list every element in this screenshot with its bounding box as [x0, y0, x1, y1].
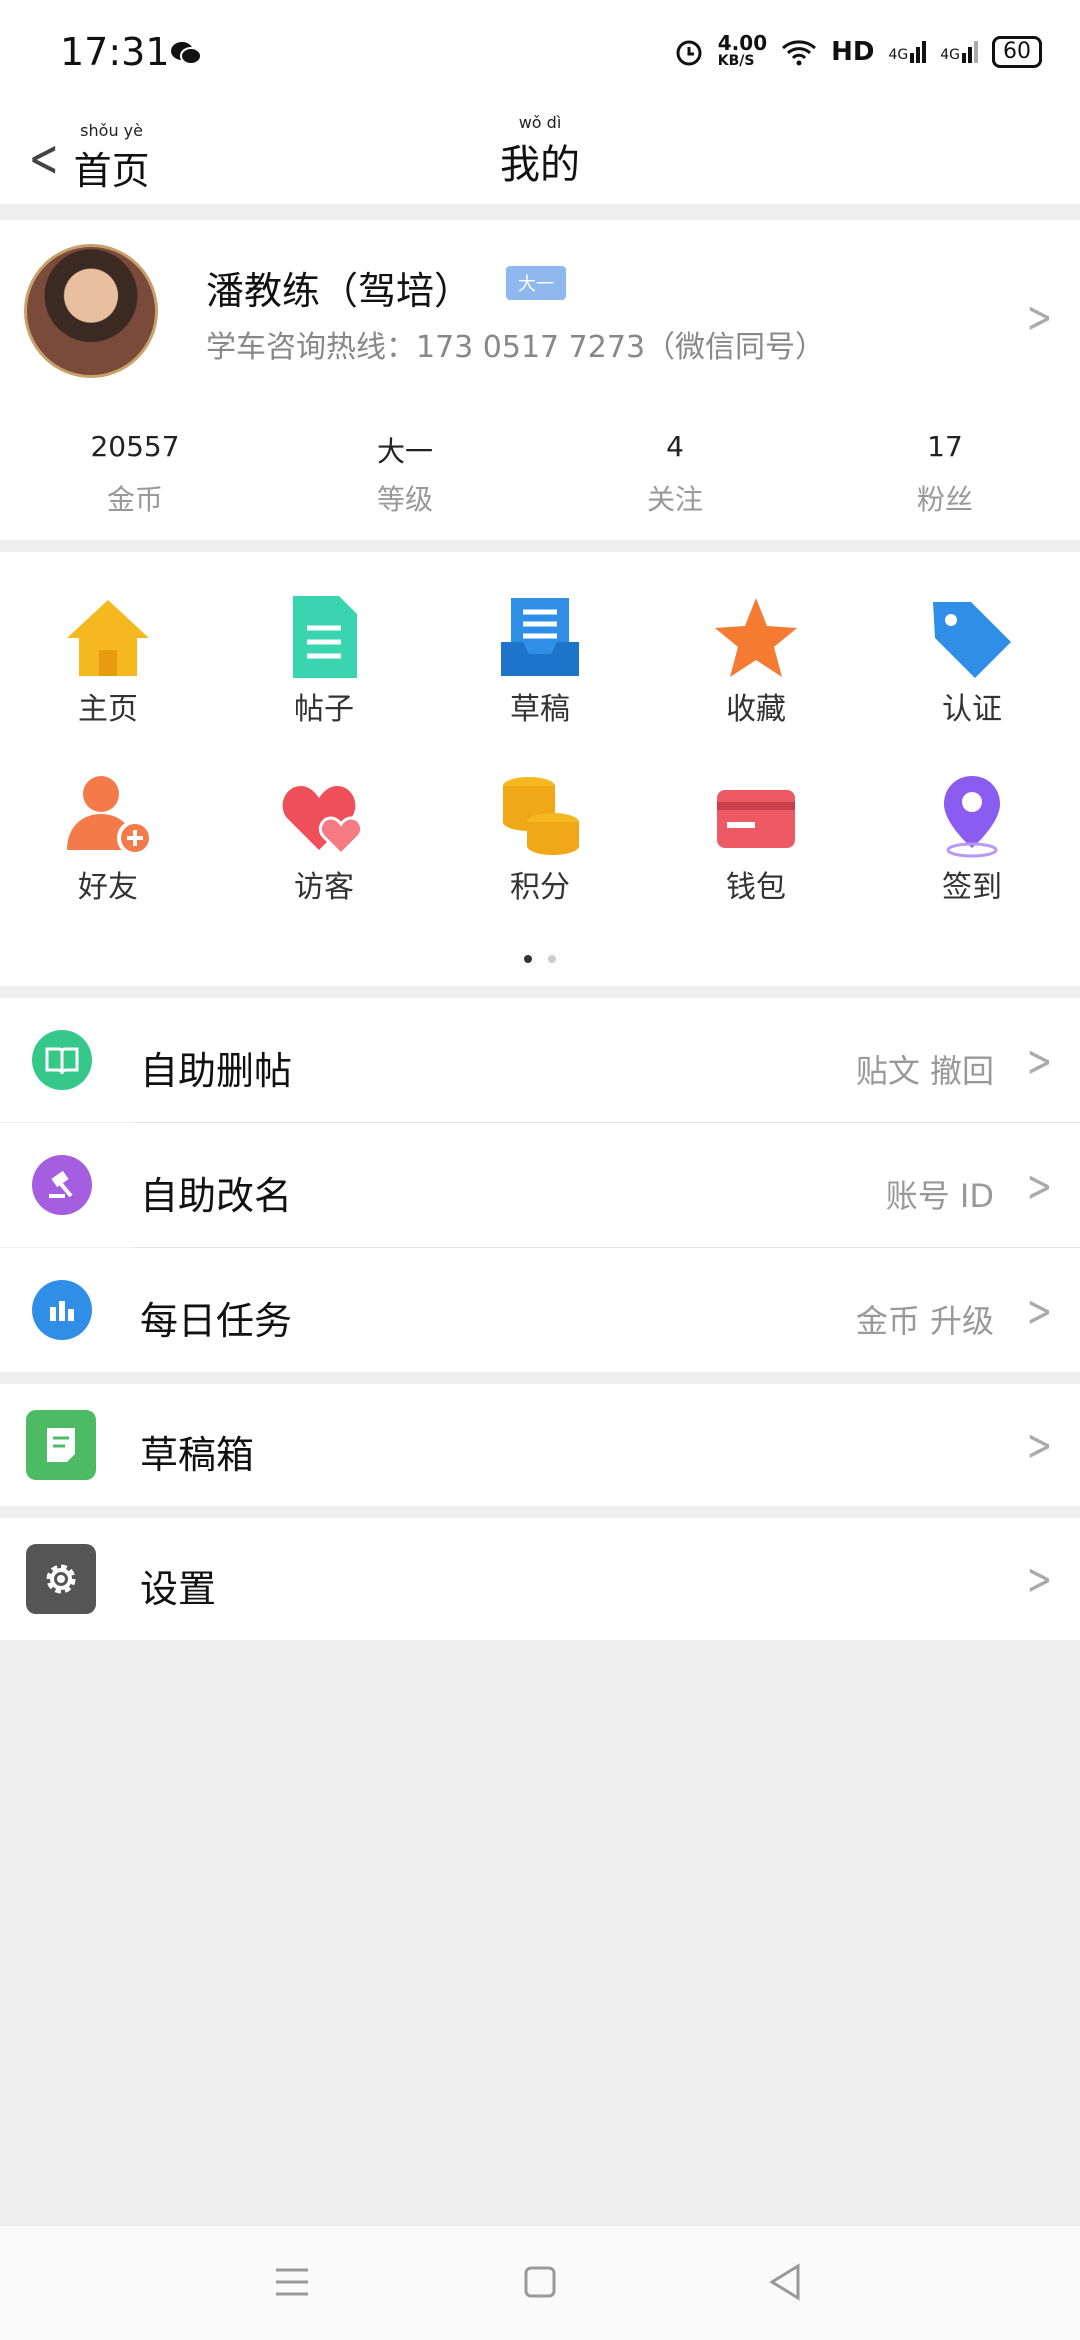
- grid-row-2: 好友 访客 积分 钱包 签到: [0, 772, 1080, 906]
- menu-label: 自助改名: [140, 1174, 293, 1218]
- grid-item-points[interactable]: 积分: [432, 772, 648, 906]
- network-speed: 4.00 KB/S: [717, 31, 768, 69]
- status-time: 17:31: [60, 30, 170, 74]
- draft-box-icon: [26, 1410, 96, 1480]
- signal-1: 4G: [888, 41, 927, 63]
- stat-level[interactable]: 大一 等级: [270, 430, 540, 518]
- page-dot-2[interactable]: [548, 955, 556, 963]
- status-icons: 4.00 KB/S HD 4G 4G 60: [674, 31, 1042, 70]
- grid-item-favorites[interactable]: 收藏: [648, 594, 864, 728]
- page-title: wǒ dì 我的: [500, 113, 580, 189]
- grid-row-1: 主页 帖子 草稿 收藏 认证: [0, 594, 1080, 728]
- system-nav-bar: [0, 2226, 1080, 2340]
- document-icon: [293, 596, 357, 678]
- coins-icon: [503, 777, 579, 855]
- bar-chart-icon: [32, 1280, 92, 1340]
- menu-draft-box[interactable]: 草稿箱 >: [0, 1384, 1080, 1506]
- wifi-icon: [782, 40, 817, 66]
- back-nav-icon[interactable]: [766, 2262, 806, 2302]
- page-dot-1[interactable]: [524, 955, 532, 963]
- page-indicator: [0, 948, 1080, 967]
- chevron-right-icon: >: [1026, 1036, 1053, 1087]
- chevron-right-icon: >: [1026, 1161, 1053, 1212]
- grid-item-posts[interactable]: 帖子: [216, 594, 432, 728]
- profile-stats: 20557 金币 大一 等级 4 关注 17 粉丝: [0, 430, 1080, 518]
- level-badge: 大一: [506, 266, 566, 300]
- stat-coins[interactable]: 20557 金币: [0, 430, 270, 518]
- menu-label: 草稿箱: [140, 1433, 255, 1477]
- star-icon: [715, 598, 797, 677]
- chevron-right-icon: >: [1026, 292, 1053, 343]
- menu-daily-tasks[interactable]: 每日任务 金币 升级 >: [0, 1248, 1080, 1372]
- hd-indicator: HD: [831, 37, 875, 67]
- wallet-icon: [717, 790, 795, 848]
- book-icon: [32, 1030, 92, 1090]
- grid-item-checkin[interactable]: 签到: [864, 772, 1080, 906]
- grid-item-verify[interactable]: 认证: [864, 594, 1080, 728]
- menu-label: 自助删帖: [140, 1049, 293, 1093]
- grid-item-home[interactable]: 主页: [0, 594, 216, 728]
- stat-following[interactable]: 4 关注: [540, 430, 810, 518]
- location-pin-icon: [944, 776, 1000, 858]
- battery-indicator: 60: [992, 36, 1042, 68]
- grid-item-wallet[interactable]: 钱包: [648, 772, 864, 906]
- profile-name: 潘教练（驾培）: [206, 269, 473, 313]
- wechat-icon: [171, 42, 202, 65]
- add-friend-icon: [67, 776, 153, 856]
- menu-hint: 账号 ID: [885, 1177, 994, 1215]
- stat-fans[interactable]: 17 粉丝: [810, 430, 1080, 518]
- menu-label: 设置: [140, 1567, 217, 1611]
- signal-2: 4G: [940, 41, 978, 63]
- menu-rename[interactable]: 自助改名 账号 ID >: [0, 1123, 1080, 1247]
- menu-hint: 金币 升级: [855, 1302, 994, 1340]
- hearts-icon: [282, 786, 364, 857]
- chevron-right-icon: >: [1026, 1420, 1053, 1471]
- feature-grid: 主页 帖子 草稿 收藏 认证 好友 访客 积分 钱包 签到: [0, 552, 1080, 986]
- status-bar: 17:31 4.00 KB/S HD 4G 4G 60: [0, 0, 1080, 110]
- home-icon: [67, 600, 149, 676]
- app-header: < shǒu yè 首页 wǒ dì 我的: [0, 110, 1080, 204]
- menu-label: 每日任务: [140, 1299, 293, 1343]
- profile-phone: 学车咨询热线：173 0517 7273（微信同号）: [206, 330, 826, 365]
- gear-icon: [26, 1544, 96, 1614]
- menu-settings[interactable]: 设置 >: [0, 1518, 1080, 1640]
- chevron-right-icon: >: [1026, 1286, 1053, 1337]
- grid-item-drafts[interactable]: 草稿: [432, 594, 648, 728]
- home-nav-icon[interactable]: [520, 2262, 560, 2302]
- grid-item-visitors[interactable]: 访客: [216, 772, 432, 906]
- alarm-icon: [676, 40, 702, 66]
- grid-item-friends[interactable]: 好友: [0, 772, 216, 906]
- gavel-icon: [32, 1155, 92, 1215]
- draft-tray-icon: [501, 598, 579, 676]
- avatar[interactable]: [24, 244, 158, 378]
- menu-hint: 贴文 撤回: [855, 1052, 994, 1090]
- chevron-right-icon: >: [1026, 1554, 1053, 1605]
- menu-delete-posts[interactable]: 自助删帖 贴文 撤回 >: [0, 998, 1080, 1122]
- menu-icon[interactable]: [272, 2262, 312, 2302]
- profile-card[interactable]: 潘教练（驾培） 大一 学车咨询热线：173 0517 7273（微信同号） > …: [0, 220, 1080, 540]
- tag-icon: [933, 602, 1011, 678]
